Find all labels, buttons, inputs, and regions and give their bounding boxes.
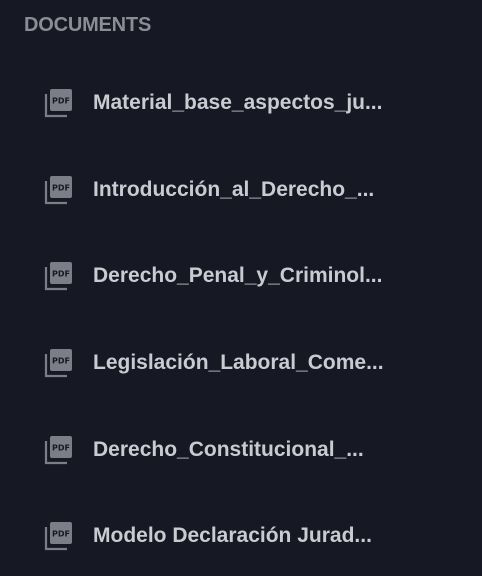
svg-text:PDF: PDF <box>52 97 70 106</box>
svg-text:PDF: PDF <box>52 443 70 452</box>
pdf-file-icon: PDF <box>44 262 72 291</box>
pdf-file-icon: PDF <box>44 89 72 118</box>
pdf-file-icon: PDF <box>44 349 72 378</box>
pdf-file-icon: PDF <box>44 435 72 464</box>
document-name: Legislación_Laboral_Come... <box>93 351 384 375</box>
document-name: Material_base_aspectos_ju... <box>93 91 383 115</box>
document-name: Introducción_al_Derecho_... <box>93 177 375 201</box>
document-name: Modelo Declaración Jurad... <box>93 524 372 548</box>
document-item[interactable]: PDF Derecho_Penal_y_Criminol... <box>0 233 482 320</box>
svg-text:PDF: PDF <box>52 357 70 366</box>
document-item[interactable]: PDF Introducción_al_Derecho_... <box>0 147 482 234</box>
document-item[interactable]: PDF Modelo Declaración Jurad... <box>0 493 482 576</box>
document-name: Derecho_Constitucional_... <box>93 437 364 461</box>
document-item[interactable]: PDF Derecho_Constitucional_... <box>0 406 482 493</box>
section-title: DOCUMENTS <box>24 14 152 36</box>
document-item[interactable]: PDF Material_base_aspectos_ju... <box>0 60 482 147</box>
pdf-file-icon: PDF <box>44 175 72 204</box>
svg-text:PDF: PDF <box>52 530 70 539</box>
document-item[interactable]: PDF Legislación_Laboral_Come... <box>0 320 482 407</box>
svg-text:PDF: PDF <box>52 183 70 192</box>
documents-panel: DOCUMENTS PDF Material_base_aspectos_ju.… <box>0 0 482 576</box>
document-name: Derecho_Penal_y_Criminol... <box>93 264 383 288</box>
document-list: PDF Material_base_aspectos_ju... PDF Int… <box>0 60 482 576</box>
svg-text:PDF: PDF <box>52 270 70 279</box>
pdf-file-icon: PDF <box>44 522 72 551</box>
